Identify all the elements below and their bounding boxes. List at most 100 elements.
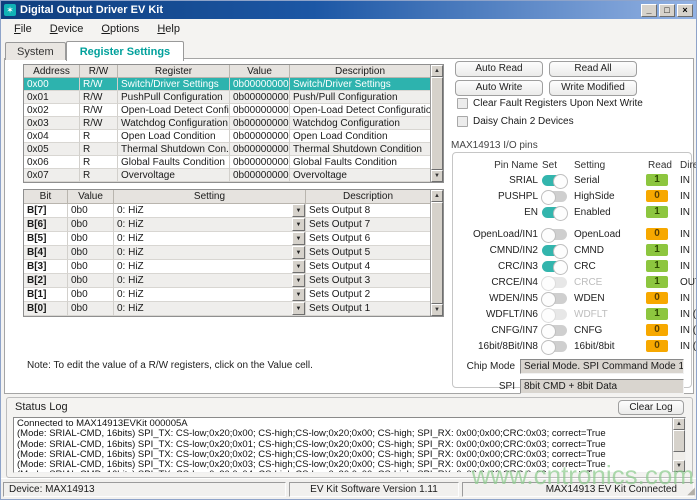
bit-setting-combobox[interactable]: 0: HiZ ▼ bbox=[114, 218, 306, 232]
bit-setting-combobox[interactable]: 0: HiZ ▼ bbox=[114, 288, 306, 302]
pin-toggle[interactable] bbox=[542, 293, 567, 304]
pin-toggle[interactable] bbox=[542, 245, 567, 256]
pin-toggle[interactable] bbox=[542, 229, 567, 240]
chevron-down-icon[interactable]: ▼ bbox=[292, 204, 305, 217]
bit-setting-value: 0: HiZ bbox=[114, 288, 292, 301]
chevron-down-icon[interactable]: ▼ bbox=[292, 288, 305, 301]
bit-name: B[4] bbox=[24, 246, 68, 260]
register-value[interactable]: 0b00000000 bbox=[230, 78, 290, 91]
read-all-button[interactable]: Read All bbox=[549, 61, 637, 77]
chevron-down-icon[interactable]: ▼ bbox=[292, 260, 305, 273]
register-row[interactable]: 0x07 R Overvoltage 0b00000000 Overvoltag… bbox=[24, 169, 430, 182]
register-row[interactable]: 0x06 R Global Faults Condition 0b0000000… bbox=[24, 156, 430, 169]
pin-toggle[interactable] bbox=[542, 207, 567, 218]
bit-setting-combobox[interactable]: 0: HiZ ▼ bbox=[114, 274, 306, 288]
col-bit-value: Value bbox=[68, 190, 114, 204]
auto-write-button[interactable]: Auto Write bbox=[455, 80, 543, 96]
tab[interactable]: System bbox=[5, 42, 66, 60]
register-value[interactable]: 0b00000000 bbox=[230, 130, 290, 143]
register-table-scrollbar[interactable]: ▲ ▼ bbox=[430, 65, 443, 182]
bit-setting-combobox[interactable]: 0: HiZ ▼ bbox=[114, 246, 306, 260]
menu-item[interactable]: Help bbox=[148, 21, 189, 37]
scroll-up-icon[interactable]: ▲ bbox=[431, 190, 443, 202]
scroll-up-icon[interactable]: ▲ bbox=[431, 65, 443, 77]
clear-log-button[interactable]: Clear Log bbox=[618, 400, 684, 415]
tab[interactable]: Register Settings bbox=[66, 41, 184, 61]
chevron-down-icon[interactable]: ▼ bbox=[292, 232, 305, 245]
bit-table-scrollbar[interactable]: ▲ ▼ bbox=[430, 190, 443, 316]
col-bit-setting: Setting bbox=[114, 190, 306, 204]
register-row[interactable]: 0x02 R/W Open-Load Detect Confi... 0b000… bbox=[24, 104, 430, 117]
scroll-down-icon[interactable]: ▼ bbox=[431, 170, 443, 182]
log-scrollbar[interactable]: ▲ ▼ bbox=[672, 418, 685, 472]
register-table-header: Address R/W Register Value Description bbox=[24, 65, 430, 78]
register-description: Open Load Condition bbox=[290, 130, 430, 143]
register-value[interactable]: 0b00000000 bbox=[230, 169, 290, 182]
register-row[interactable]: 0x00 R/W Switch/Driver Settings 0b000000… bbox=[24, 78, 430, 91]
scroll-thumb[interactable] bbox=[673, 430, 685, 452]
register-value[interactable]: 0b00000000 bbox=[230, 156, 290, 169]
bit-description: Sets Output 1 bbox=[306, 302, 430, 316]
scroll-thumb[interactable] bbox=[431, 77, 443, 170]
menu-item[interactable]: File bbox=[5, 21, 41, 37]
resize-grip[interactable]: ◢ bbox=[687, 486, 695, 497]
scroll-thumb[interactable] bbox=[431, 202, 443, 304]
scroll-down-icon[interactable]: ▼ bbox=[431, 304, 443, 316]
register-rw: R bbox=[80, 143, 118, 156]
daisy-chain-checkbox[interactable] bbox=[457, 116, 468, 127]
pin-setting: 16bit/8bit bbox=[574, 341, 646, 352]
bit-setting-combobox[interactable]: 0: HiZ ▼ bbox=[114, 232, 306, 246]
status-log-textarea[interactable]: Connected to MAX14913EVKit 000005A(Mode:… bbox=[13, 417, 686, 473]
register-value[interactable]: 0b00000000 bbox=[230, 143, 290, 156]
pin-toggle[interactable] bbox=[542, 325, 567, 336]
chevron-down-icon[interactable]: ▼ bbox=[292, 218, 305, 231]
bit-row: B[6] 0b0 0: HiZ ▼ Sets Output 7 bbox=[24, 218, 430, 232]
pin-name: SRIAL bbox=[458, 175, 542, 186]
chevron-down-icon[interactable]: ▼ bbox=[292, 274, 305, 287]
chevron-down-icon[interactable]: ▼ bbox=[292, 246, 305, 259]
pin-toggle[interactable] bbox=[542, 191, 567, 202]
register-description: Global Faults Condition bbox=[290, 156, 430, 169]
chip-mode-row: Chip Mode Serial Mode. SPI Command Mode … bbox=[458, 359, 684, 374]
register-value[interactable]: 0b00000000 bbox=[230, 91, 290, 104]
menu-bar: FileDeviceOptionsHelp bbox=[1, 19, 696, 39]
pin-toggle[interactable] bbox=[542, 341, 567, 352]
bit-row: B[5] 0b0 0: HiZ ▼ Sets Output 6 bbox=[24, 232, 430, 246]
register-value[interactable]: 0b00000000 bbox=[230, 117, 290, 130]
register-name: Switch/Driver Settings bbox=[118, 78, 230, 91]
pin-setting: HighSide bbox=[574, 191, 646, 202]
bit-setting-combobox[interactable]: 0: HiZ ▼ bbox=[114, 260, 306, 274]
scroll-up-icon[interactable]: ▲ bbox=[673, 418, 685, 430]
menu-item[interactable]: Device bbox=[41, 21, 93, 37]
pin-name: CRC/IN3 bbox=[458, 261, 542, 272]
maximize-button[interactable]: □ bbox=[659, 4, 675, 17]
register-row[interactable]: 0x03 R/W Watchdog Configuration 0b000000… bbox=[24, 117, 430, 130]
register-row[interactable]: 0x05 R Thermal Shutdown Con... 0b0000000… bbox=[24, 143, 430, 156]
pin-toggle[interactable] bbox=[542, 309, 567, 320]
pin-toggle[interactable] bbox=[542, 261, 567, 272]
register-name: Open-Load Detect Confi... bbox=[118, 104, 230, 117]
clear-fault-checkbox[interactable] bbox=[457, 98, 468, 109]
scroll-track[interactable] bbox=[673, 452, 685, 460]
register-description: Push/Pull Configuration bbox=[290, 91, 430, 104]
pin-row: CRCE/IN4 CRCE 1 OUT bbox=[458, 274, 684, 290]
bit-description: Sets Output 5 bbox=[306, 246, 430, 260]
register-row[interactable]: 0x04 R Open Load Condition 0b00000000 Op… bbox=[24, 130, 430, 143]
pin-toggle[interactable] bbox=[542, 277, 567, 288]
col-register: Register bbox=[118, 65, 230, 78]
pin-read-value: 0 bbox=[646, 292, 668, 304]
close-button[interactable]: × bbox=[677, 4, 693, 17]
menu-item[interactable]: Options bbox=[92, 21, 148, 37]
bit-setting-combobox[interactable]: 0: HiZ ▼ bbox=[114, 204, 306, 218]
bit-setting-value: 0: HiZ bbox=[114, 204, 292, 217]
bit-setting-combobox[interactable]: 0: HiZ ▼ bbox=[114, 302, 306, 316]
auto-read-button[interactable]: Auto Read bbox=[455, 61, 543, 77]
pin-toggle[interactable] bbox=[542, 175, 567, 186]
chevron-down-icon[interactable]: ▼ bbox=[292, 302, 305, 315]
scroll-down-icon[interactable]: ▼ bbox=[673, 460, 685, 472]
register-row[interactable]: 0x01 R/W PushPull Configuration 0b000000… bbox=[24, 91, 430, 104]
pin-row: CRC/IN3 CRC 1 IN bbox=[458, 258, 684, 274]
minimize-button[interactable]: _ bbox=[641, 4, 657, 17]
register-value[interactable]: 0b00000000 bbox=[230, 104, 290, 117]
write-modified-button[interactable]: Write Modified bbox=[549, 80, 637, 96]
